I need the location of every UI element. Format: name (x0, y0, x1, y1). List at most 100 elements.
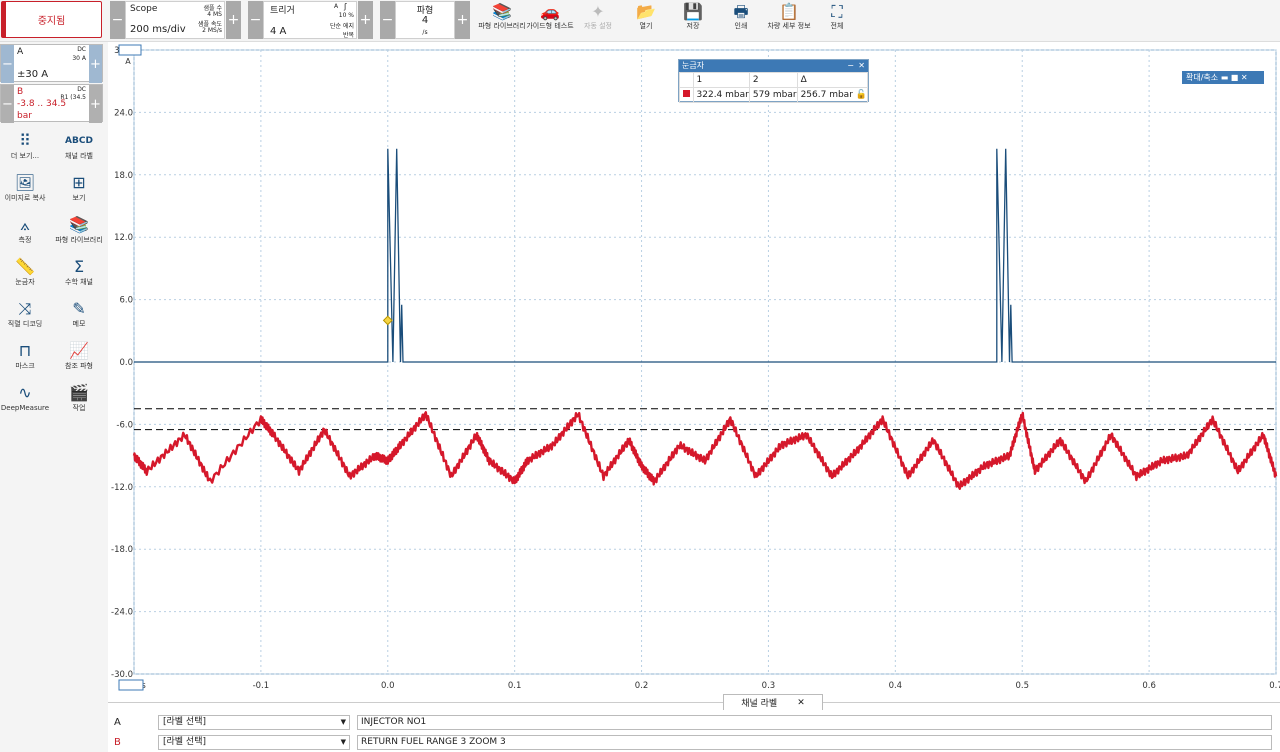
zoom-fit-icon[interactable]: ■ (1231, 73, 1239, 82)
close-icon[interactable]: ✕ (797, 698, 805, 708)
x-tick-label: 0.3 (762, 681, 776, 691)
sidebar-actions[interactable]: 🎬 작업 (54, 382, 104, 412)
channel-b-swatch (683, 90, 690, 97)
y-tick-label: -24.0 (111, 608, 133, 618)
channel-b-plus-button[interactable]: + (89, 85, 102, 123)
trigger-channel: A (334, 3, 339, 10)
stop-button[interactable]: 중지됨 (1, 1, 102, 38)
sidebar-reference[interactable]: 📈 참조 파형 (54, 340, 104, 370)
tool-save[interactable]: 💾 저장 (666, 2, 720, 30)
row-a-channel: A (114, 717, 121, 728)
trigger-plus-button[interactable]: + (358, 1, 373, 39)
zoom-widget[interactable]: 확대/축소 ▬ ■ ✕ (1182, 71, 1264, 84)
ruler-panel-title: 눈금자 (682, 61, 705, 70)
lock-icon[interactable]: 🔓 (856, 90, 867, 100)
library-icon: 📚 (492, 2, 512, 21)
channel-b-unit: bar (17, 111, 32, 121)
tab-channel-labels[interactable]: 채널 라벨 ✕ (723, 694, 823, 710)
ruler-value-2: 579 mbar (748, 87, 798, 103)
y-tick-label: 0.0 (119, 358, 133, 368)
sidebar-view[interactable]: ⊞ 보기 (54, 172, 104, 202)
top-toolbar: 중지됨 − Scope 200 ms/div 샘플 수 4 MS 샘플 속도 2… (0, 0, 1280, 42)
trigger-percent: 10 % (338, 12, 354, 19)
label-select-b[interactable]: [라벨 선택] ▼ (158, 735, 350, 750)
label-select-a[interactable]: [라벨 선택] ▼ (158, 715, 350, 730)
library-icon: 📚 (69, 215, 89, 234)
channel-b-range: -3.8 .. 34.5 (17, 99, 67, 109)
trigger-minus-button[interactable]: − (248, 1, 263, 39)
sidebar-math[interactable]: Σ 수학 채널 (54, 256, 104, 286)
y-tick-label: -30.0 (111, 670, 133, 680)
sidebar-channel-labels[interactable]: ABCD 채널 라벨 (54, 130, 104, 160)
x-left-badge (118, 679, 144, 691)
scope-minus-button[interactable]: − (110, 1, 125, 39)
x-tick-label: 0.0 (381, 681, 395, 691)
tool-vehicle-details[interactable]: 📋 차량 세부 정보 (762, 2, 816, 30)
trigger-title: 트리거 (270, 6, 295, 16)
sidebar-library[interactable]: 📚 파형 라이브러리 (54, 214, 104, 244)
scope-plot[interactable]: 30.024.018.012.06.00.0-6.0-12.0-18.0-24.… (108, 42, 1280, 692)
sidebar-mask[interactable]: ⊓ 마스크 (0, 340, 50, 370)
clipboard-icon: 📋 (779, 2, 799, 21)
ruler-header-delta: Δ (796, 72, 869, 88)
waveforms-unit: /s (422, 29, 428, 36)
x-tick-label: 0.5 (1015, 681, 1029, 691)
tool-fullscreen[interactable]: ⛶ 전체 (810, 2, 864, 30)
sidebar-measure[interactable]: ⟑ 측정 (0, 214, 50, 244)
scope-group[interactable]: Scope 200 ms/div 샘플 수 4 MS 샘플 속도 2 MS/s (125, 1, 225, 39)
abcd-icon: ABCD (65, 136, 93, 146)
sidebar-more[interactable]: ⠿ 더 보기... (0, 130, 50, 160)
chevron-down-icon: ▼ (340, 738, 346, 746)
y-tick-label: 12.0 (114, 233, 133, 243)
x-tick-label: 0.4 (889, 681, 903, 691)
chevron-down-icon: ▼ (340, 718, 346, 726)
channel-b-box[interactable]: − B -3.8 .. 34.5 bar DC R1 (34.5 + (0, 84, 103, 123)
trigger-group[interactable]: 트리거 4 A A ʃ 10 % 단순 에지 반복 (263, 1, 357, 39)
deepmeasure-icon: ∿ (18, 383, 32, 402)
sidebar-memo[interactable]: ✎ 메모 (54, 298, 104, 328)
compass-icon: ⟑ (20, 215, 30, 234)
sidebar-deepmeasure[interactable]: ∿ DeepMeasure (0, 382, 50, 412)
label-input-b[interactable]: RETURN FUEL RANGE 3 ZOOM 3 (357, 735, 1272, 750)
close-icon[interactable]: ✕ (1241, 73, 1248, 82)
waveforms-count: 4 (421, 15, 429, 26)
x-tick-label: 0.1 (508, 681, 522, 691)
channel-a-range-small: 30 A (72, 55, 86, 62)
tool-print[interactable]: 🖶 인쇄 (714, 2, 768, 30)
channel-a-plus-button[interactable]: + (89, 45, 102, 83)
car-icon: 🚗 (540, 2, 560, 21)
channel-a-name: A (17, 47, 24, 57)
ruler-header-1: 1 (692, 72, 750, 88)
y-tick-label: -12.0 (111, 483, 133, 493)
tool-auto-setup[interactable]: ✦ 자동 설정 (571, 2, 625, 30)
channel-b-minus-button[interactable]: − (1, 85, 14, 123)
y-tick-label: 24.0 (114, 108, 133, 118)
ruler-table: 1 2 Δ 322.4 mbar 579 mbar 256.7 mbar 🔓 (679, 72, 869, 103)
scope-title: Scope (130, 4, 158, 14)
x-tick-label: -0.1 (253, 681, 270, 691)
close-icon[interactable]: ✕ (858, 60, 865, 72)
grid-view-icon: ⊞ (72, 173, 86, 192)
y-tick-label: 18.0 (114, 171, 133, 181)
tool-guided-test[interactable]: 🚗 가이드형 테스트 (523, 2, 577, 30)
y-top-badge (118, 44, 142, 56)
sidebar-serial-decode[interactable]: ⤨ 직렬 디코딩 (0, 298, 50, 328)
sidebar-ruler[interactable]: 📏 눈금자 (0, 256, 50, 286)
tool-open[interactable]: 📂 열기 (619, 2, 673, 30)
channel-a-minus-button[interactable]: − (1, 45, 14, 83)
mask-icon: ⊓ (18, 341, 32, 360)
tool-library[interactable]: 📚 파형 라이브러리 (475, 2, 529, 30)
waveforms-minus-button[interactable]: − (380, 1, 395, 39)
waveforms-group[interactable]: 파형 4 /s (395, 1, 455, 39)
zoom-minus-icon[interactable]: ▬ (1221, 73, 1229, 82)
y-tick-label: 6.0 (119, 296, 133, 306)
label-input-a[interactable]: INJECTOR NO1 (357, 715, 1272, 730)
image-icon: 🖼 (14, 173, 36, 192)
channel-a-box[interactable]: − A ±30 A DC 30 A + (0, 44, 103, 83)
waveforms-plus-button[interactable]: + (455, 1, 470, 39)
scope-plus-button[interactable]: + (226, 1, 241, 39)
minimize-icon[interactable]: − (847, 60, 854, 72)
ruler-panel[interactable]: 눈금자 − ✕ 1 2 Δ 322.4 mbar 579 mbar 256.7 mb… (678, 59, 869, 103)
sidebar-copy-image[interactable]: 🖼 이미지로 복사 (0, 172, 50, 202)
y-tick-label: -6.0 (116, 420, 133, 430)
